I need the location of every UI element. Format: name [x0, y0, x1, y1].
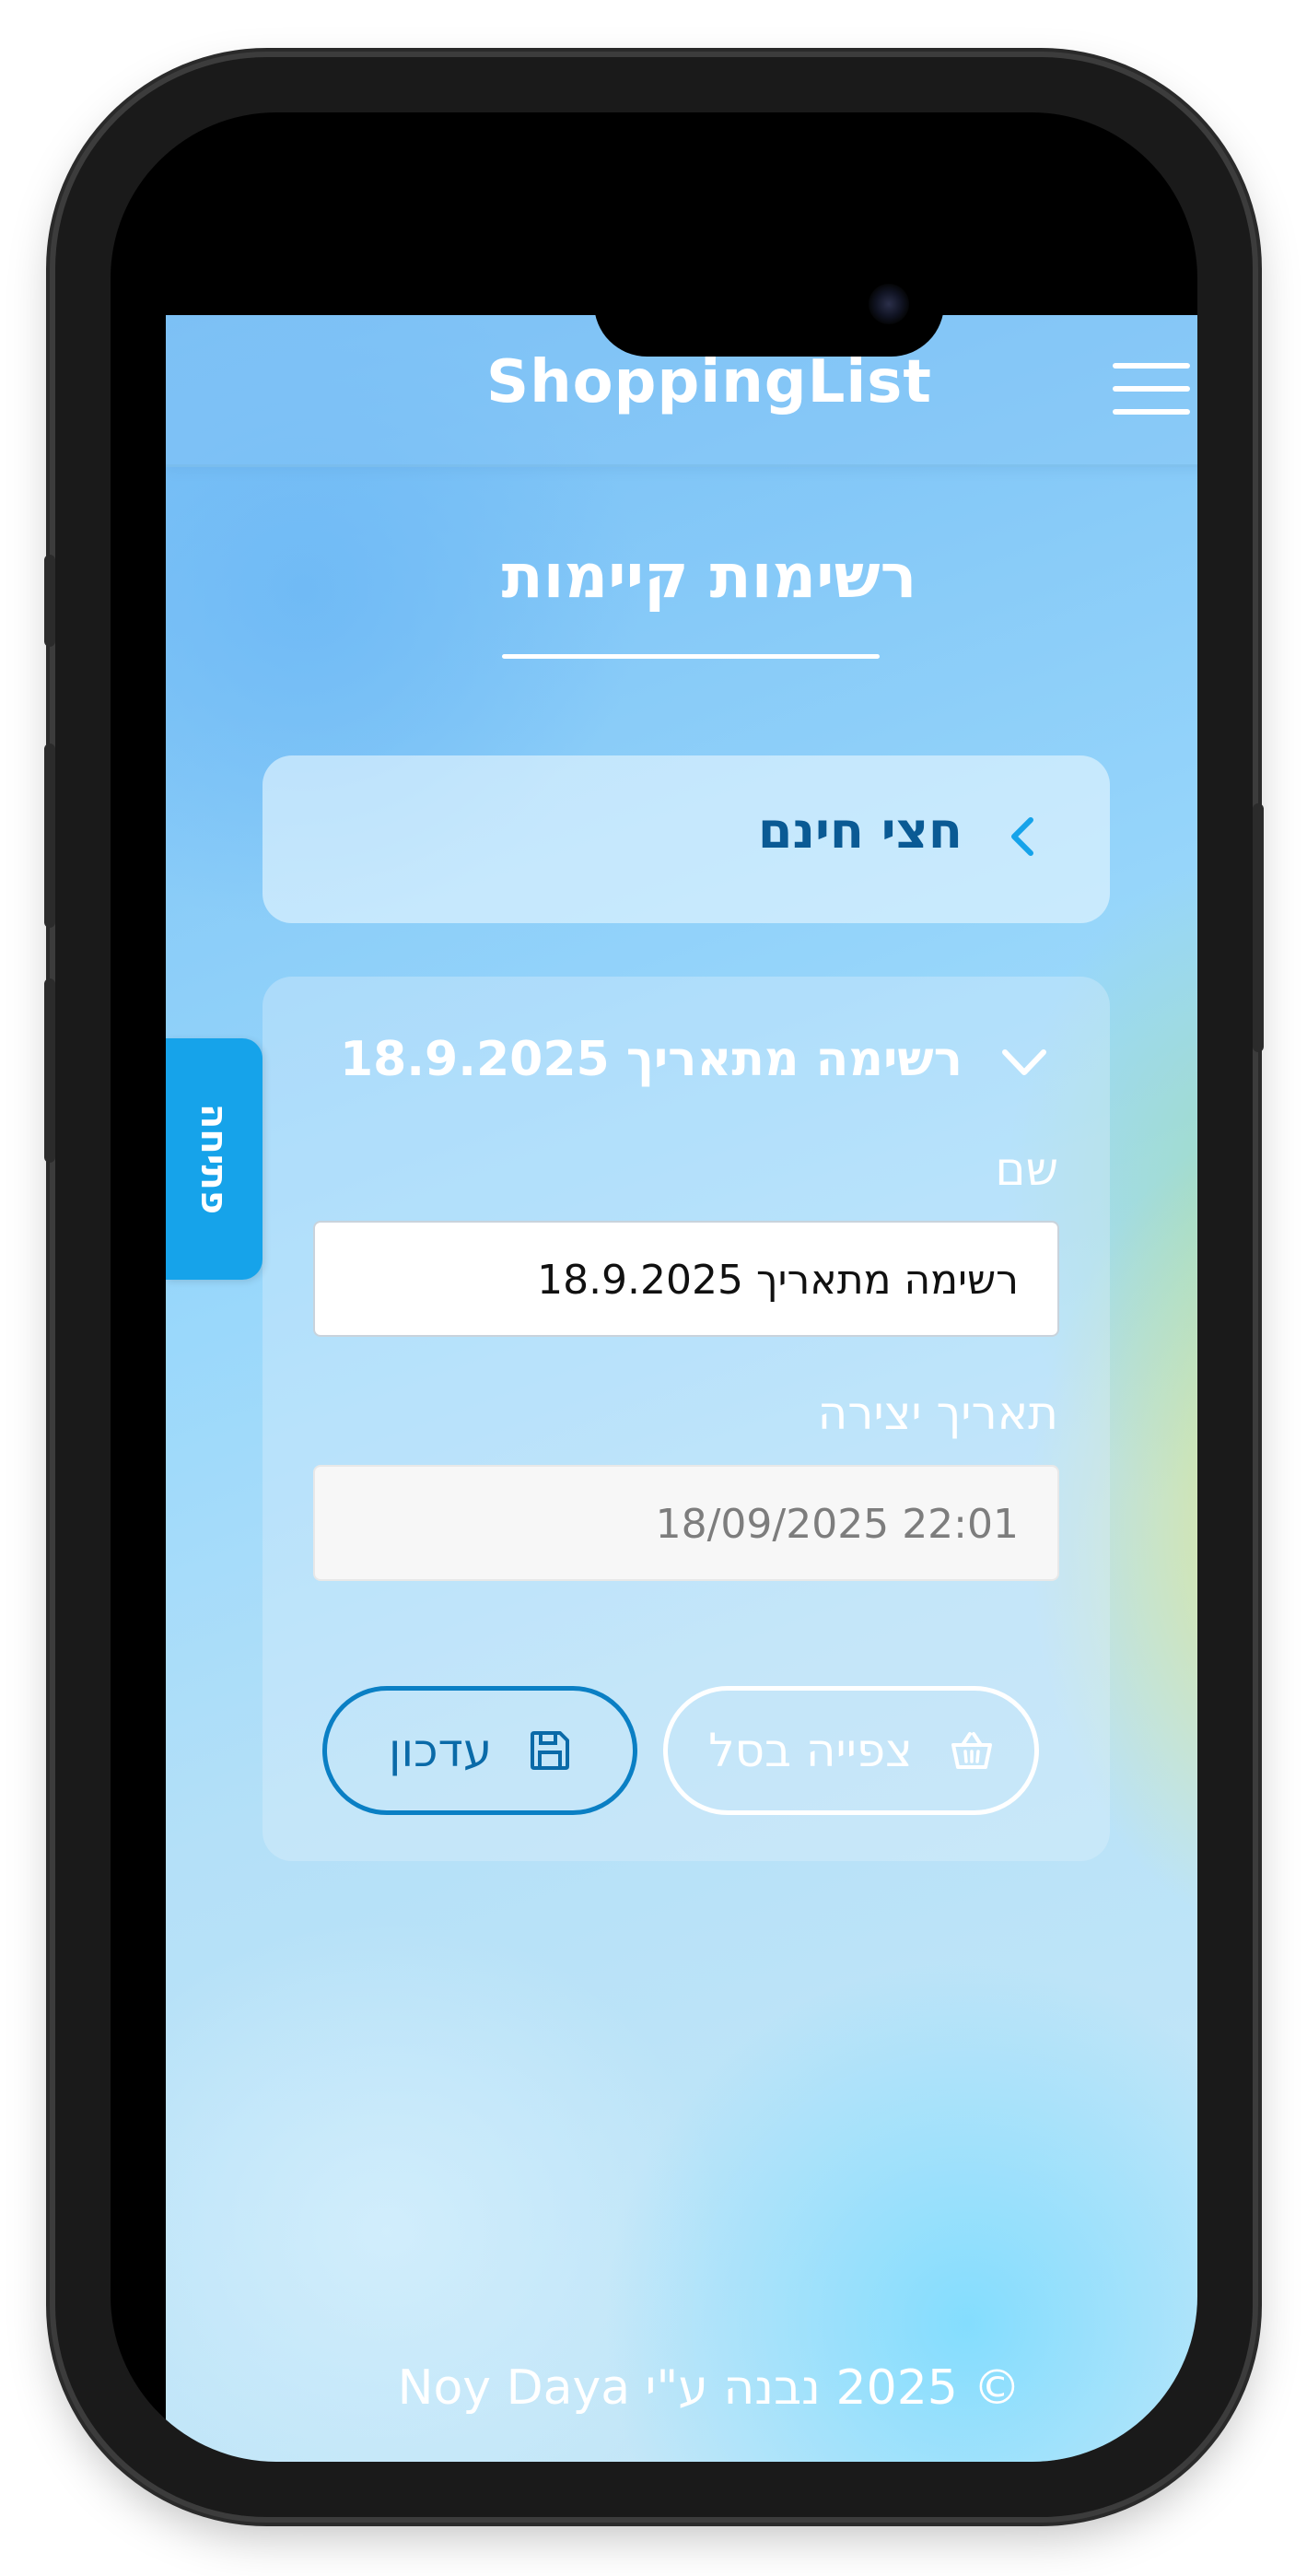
volume-up-button [44, 744, 55, 928]
chevron-down-icon[interactable] [1001, 1047, 1047, 1078]
expanded-list-title[interactable]: רשימה מתאריך 18.9.2025 [340, 1032, 963, 1087]
power-button [1253, 803, 1264, 1052]
screen-bezel: ShoppingList רשימות קיימות חצי חינם רשימ… [111, 112, 1197, 2462]
list-item[interactable]: חצי חינם [263, 755, 1110, 923]
update-label: עדכון [388, 1724, 493, 1777]
page-title: רשימות קיימות [501, 541, 917, 612]
volume-down-button [44, 978, 55, 1163]
camera-icon [869, 284, 909, 324]
floppy-disk-icon [531, 1731, 570, 1770]
title-underline [502, 654, 880, 659]
creation-date-field: 22:01 18/09/2025 [313, 1465, 1059, 1581]
view-basket-label: צפייה בסל [708, 1724, 913, 1777]
phone-frame: ShoppingList רשימות קיימות חצי חינם רשימ… [44, 57, 1264, 2517]
chevron-left-icon [1011, 817, 1033, 856]
hamburger-menu-icon[interactable] [1113, 363, 1190, 415]
basket-icon [951, 1732, 992, 1769]
dynamic-island [594, 251, 944, 357]
side-open-tab[interactable]: פתיחה [166, 1038, 263, 1280]
name-label: שם [995, 1142, 1058, 1196]
footer-credit: © 2025 נבנה ע"י Noy Daya [397, 2360, 1021, 2416]
app-brand[interactable]: ShoppingList [166, 348, 1197, 416]
creation-date-label: תאריך יצירה [817, 1387, 1058, 1440]
view-basket-button[interactable]: צפייה בסל [663, 1686, 1039, 1815]
action-button [44, 555, 55, 647]
side-tab-label: פתיחה [193, 1103, 235, 1215]
name-input[interactable]: רשימה מתאריך 18.9.2025 [313, 1221, 1059, 1337]
list-item-name: חצי חינם [757, 802, 963, 860]
update-button[interactable]: עדכון [322, 1686, 637, 1815]
app-screen: ShoppingList רשימות קיימות חצי חינם רשימ… [166, 315, 1197, 2462]
expanded-list-card: רשימה מתאריך 18.9.2025 שם רשימה מתאריך 1… [263, 977, 1110, 1861]
